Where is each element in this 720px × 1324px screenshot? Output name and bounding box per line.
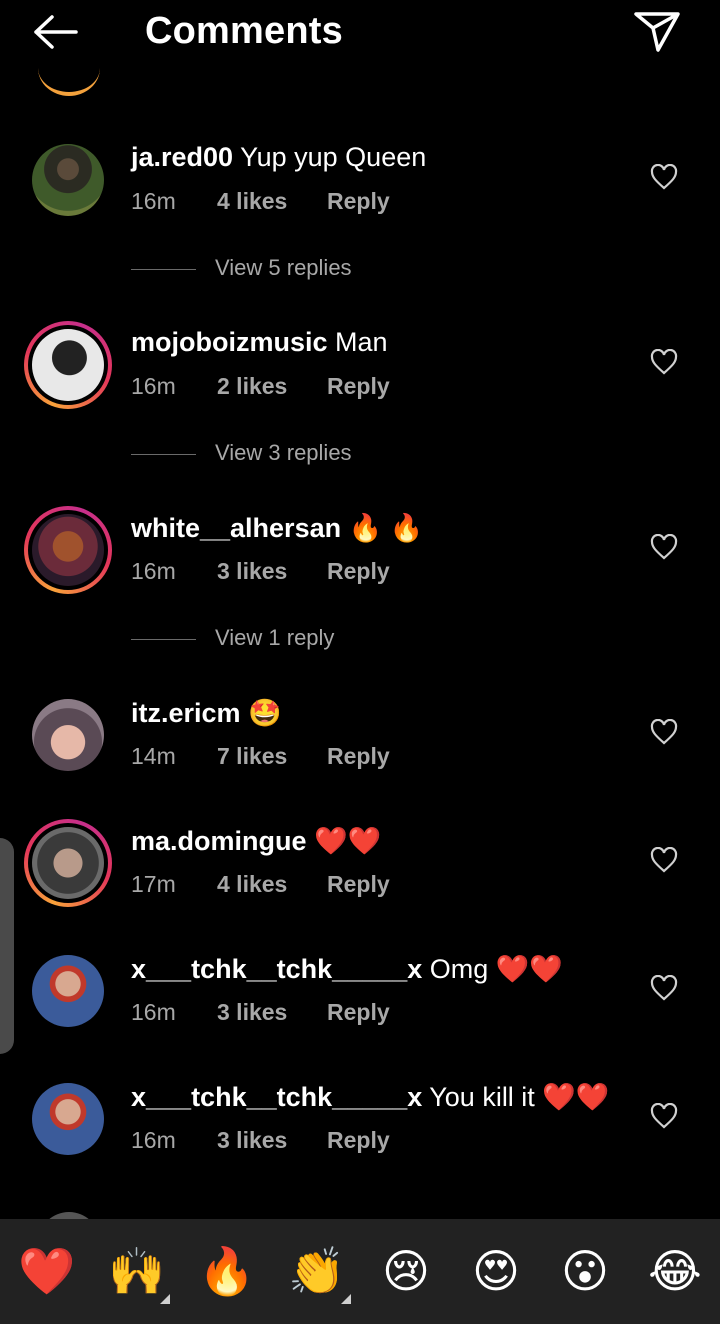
comment-likes[interactable]: 3 likes [217,558,327,585]
comment-username[interactable]: x___tchk__tchk_____x [131,1082,422,1112]
divider [131,639,196,640]
comment-time: 16m [131,188,176,214]
comment-text: You kill it ❤️❤️ [429,1082,610,1112]
skin-tone-indicator [160,1294,170,1304]
comment-text: 🔥 🔥 [348,513,424,543]
comment-time: 17m [131,871,176,897]
heart-icon[interactable] [650,846,678,873]
comment-username[interactable]: itz.ericm [131,698,241,728]
raising-hands-emoji-button[interactable]: 🙌 [108,1243,165,1299]
clapping-hands-emoji-button[interactable]: 👏 [288,1243,345,1299]
avatar[interactable] [24,947,112,1035]
header: Comments [0,0,720,64]
reply-button[interactable]: Reply [327,1127,390,1154]
view-replies-button[interactable]: View 1 reply [131,625,531,655]
comment-item: itz.ericm 🤩 14m 7 likes Reply [0,695,720,795]
heart-icon[interactable] [650,348,678,375]
surprised-face-emoji-button[interactable]: 😮 [557,1243,613,1299]
comment-time: 14m [131,743,176,769]
comment-likes[interactable]: 2 likes [217,373,327,400]
comment-likes[interactable]: 3 likes [217,1127,327,1154]
comment-item: mojoboizmusic Man 16m 2 likes Reply [0,321,720,425]
reply-button[interactable]: Reply [327,373,390,400]
comment-likes[interactable]: 7 likes [217,743,327,770]
direct-send-icon[interactable] [632,10,682,54]
reply-button[interactable]: Reply [327,871,390,898]
heart-emoji-button[interactable]: ❤️ [18,1243,75,1299]
fire-emoji-button[interactable]: 🔥 [198,1243,255,1299]
avatar[interactable] [24,506,112,594]
avatar[interactable] [24,321,112,409]
divider [131,269,196,270]
heart-icon[interactable] [650,718,678,745]
page-title: Comments [145,10,343,52]
comment-likes[interactable]: 4 likes [217,188,327,215]
heart-icon[interactable] [650,1102,678,1129]
view-replies-button[interactable]: View 3 replies [131,440,531,470]
comment-likes[interactable]: 3 likes [217,999,327,1026]
heart-icon[interactable] [650,533,678,560]
comment-item-partial [0,1206,720,1220]
comment-item: x___tchk__tchk_____x Omg ❤️❤️ 16m 3 likes… [0,951,720,1051]
comment-time: 16m [131,558,176,584]
avatar[interactable] [24,1075,112,1163]
laughing-tears-emoji-button[interactable]: 😂 [647,1243,703,1299]
comment-time: 16m [131,1127,176,1153]
view-replies-button[interactable]: View 5 replies [131,255,531,285]
scroll-handle[interactable] [0,838,14,1054]
avatar[interactable] [24,691,112,779]
reply-button[interactable]: Reply [327,558,390,585]
quick-reaction-bar: ❤️ 🙌 🔥 👏 😢 😍 😮 😂 [0,1219,720,1324]
comment-username[interactable]: mojoboizmusic [131,327,328,357]
comment-time: 16m [131,999,176,1025]
comment-text: 🤩 [248,698,282,728]
comment-username[interactable]: ja.red00 [131,142,233,172]
reply-button[interactable]: Reply [327,188,390,215]
comment-time: 16m [131,373,176,399]
comment-username[interactable]: white__alhersan [131,513,341,543]
comment-item: white__alhersan 🔥 🔥 16m 3 likes Reply [0,506,720,610]
divider [131,454,196,455]
comment-likes[interactable]: 4 likes [217,871,327,898]
avatar [38,40,100,96]
comment-text: Man [335,327,388,357]
heart-icon[interactable] [650,974,678,1001]
reply-button[interactable]: Reply [327,999,390,1026]
heart-eyes-emoji-button[interactable]: 😍 [468,1243,524,1299]
comment-text: Omg ❤️❤️ [429,954,563,984]
heart-icon[interactable] [650,163,678,190]
avatar[interactable] [24,136,112,224]
comment-text: ❤️❤️ [314,826,382,856]
skin-tone-indicator [341,1294,351,1304]
comment-item: ja.red00 Yup yup Queen 16m 4 likes Reply [0,140,720,240]
comment-text: Yup yup Queen [240,142,427,172]
comment-username[interactable]: x___tchk__tchk_____x [131,954,422,984]
crying-face-emoji-button[interactable]: 😢 [378,1243,434,1299]
avatar[interactable] [24,819,112,907]
comment-item: ma.domingue ❤️❤️ 17m 4 likes Reply [0,819,720,923]
reply-button[interactable]: Reply [327,743,390,770]
comment-item: x___tchk__tchk_____x You kill it ❤️❤️ 16… [0,1079,720,1179]
comment-username[interactable]: ma.domingue [131,826,307,856]
